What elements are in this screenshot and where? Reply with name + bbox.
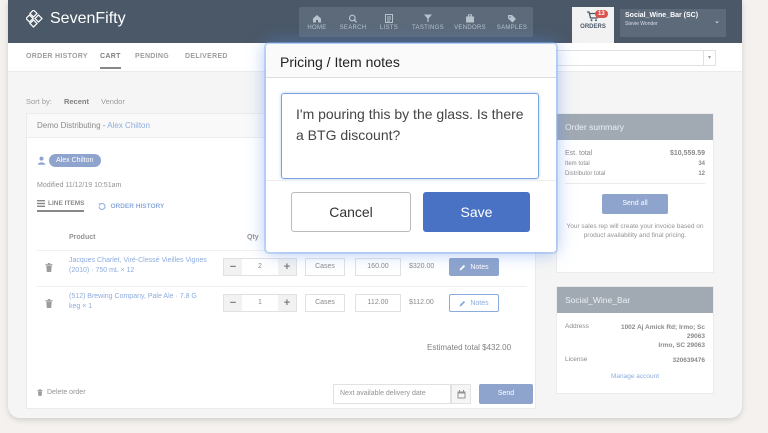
chevron-down-icon: ⌄ — [714, 18, 720, 25]
nav-vendors[interactable]: VENDORS — [449, 7, 491, 37]
modal-title: Pricing / Item notes — [266, 44, 556, 78]
notes-textarea[interactable]: I'm pouring this by the glass. Is there … — [281, 93, 539, 179]
search-icon — [348, 14, 357, 23]
top-bar: SevenFifty HOME SEARCH LISTS TASTINGS VE… — [8, 0, 742, 43]
nav-lists[interactable]: LISTS — [371, 7, 407, 37]
tag-icon — [508, 14, 516, 22]
nav-home-label: HOME — [307, 24, 327, 31]
nav-search-label: SEARCH — [339, 24, 367, 31]
cart-count-badge: 13 — [595, 10, 608, 18]
save-button[interactable]: Save — [423, 192, 530, 232]
item-notes-modal: Pricing / Item notes I'm pouring this by… — [266, 44, 556, 252]
account-menu[interactable]: Social_Wine_Bar (SC) Stevie Wonder ⌄ — [620, 9, 726, 37]
account-subname: Stevie Wonder — [625, 21, 658, 27]
main-nav: HOME SEARCH LISTS TASTINGS VENDORS SAMPL… — [299, 7, 533, 37]
list-icon — [385, 13, 393, 23]
brand-logo-icon — [26, 10, 43, 28]
vendor-icon — [466, 13, 474, 22]
account-name: Social_Wine_Bar (SC) — [625, 12, 699, 19]
nav-lists-label: LISTS — [379, 24, 399, 31]
nav-samples[interactable]: SAMPLES — [491, 7, 533, 37]
home-icon — [313, 14, 321, 22]
nav-tastings[interactable]: TASTINGS — [407, 7, 449, 37]
tasting-icon — [424, 14, 432, 22]
nav-vendors-label: VENDORS — [454, 24, 486, 31]
cancel-button[interactable]: Cancel — [291, 192, 411, 232]
nav-samples-label: SAMPLES — [496, 24, 528, 31]
nav-orders-label: ORDERS — [580, 24, 606, 30]
brand-name: SevenFifty — [50, 10, 126, 27]
nav-orders[interactable]: 13 ORDERS — [572, 7, 614, 43]
brand-logo[interactable]: SevenFifty — [26, 10, 126, 28]
modal-footer: Cancel Save — [266, 180, 556, 252]
nav-tastings-label: TASTINGS — [412, 24, 444, 31]
nav-search[interactable]: SEARCH — [335, 7, 371, 37]
nav-home[interactable]: HOME — [299, 7, 335, 37]
